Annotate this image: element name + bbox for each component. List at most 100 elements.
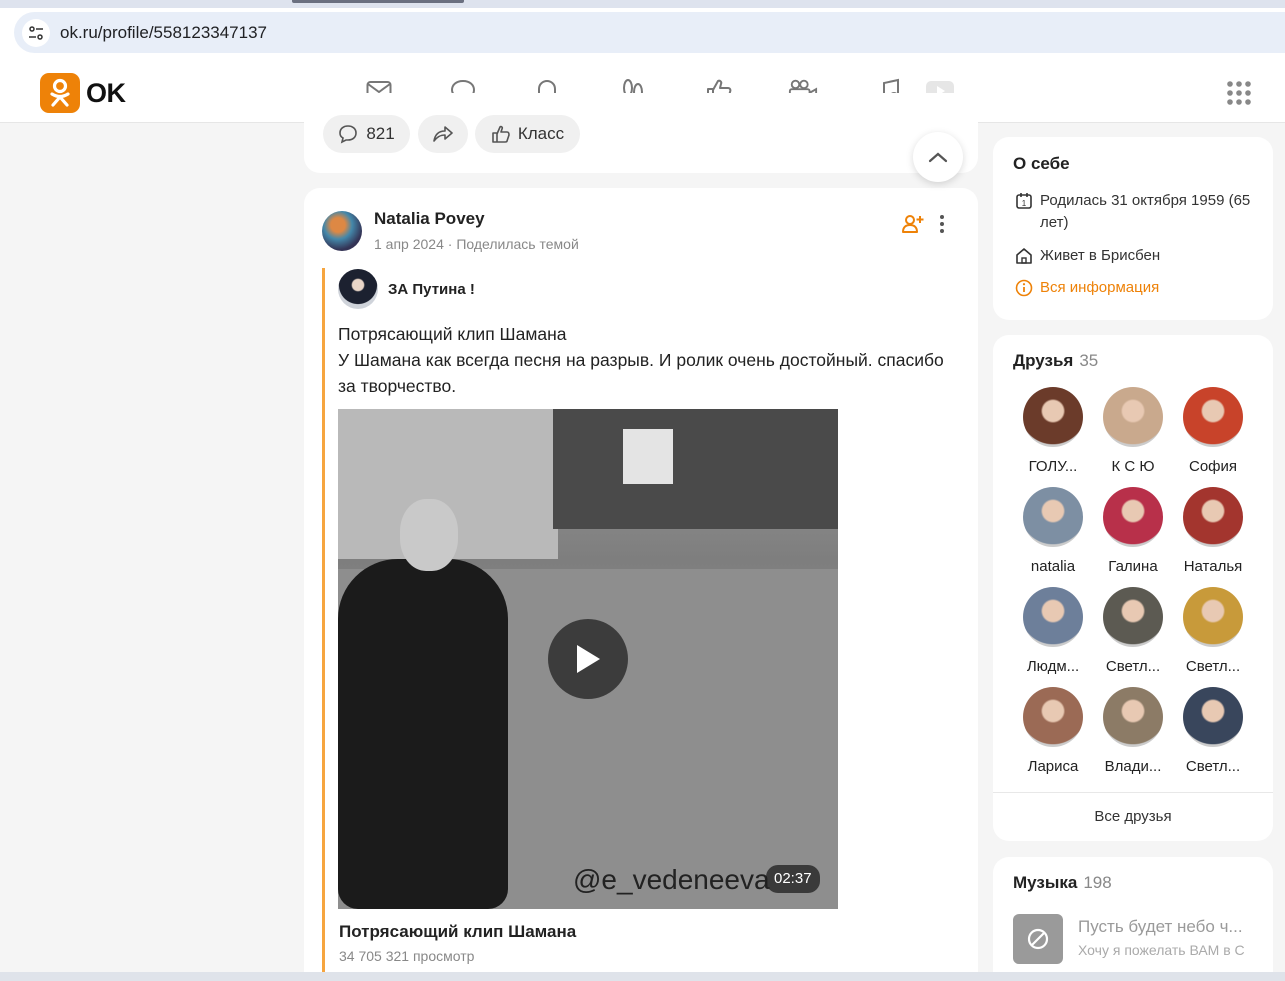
apps-grid-icon[interactable] <box>1226 80 1252 106</box>
friend-name[interactable]: София <box>1173 458 1253 475</box>
friend-item[interactable]: Светл... <box>1173 587 1253 675</box>
friend-avatar[interactable] <box>1183 587 1243 647</box>
birthday-row: 1 Родилась 31 октября 1959 (65 лет) <box>1015 190 1255 234</box>
friend-avatar[interactable] <box>1183 387 1243 447</box>
active-tab-indicator[interactable] <box>292 0 464 3</box>
friend-item[interactable]: Светл... <box>1173 687 1253 775</box>
friend-item[interactable]: Галина <box>1093 487 1173 575</box>
browser-address-bar: ok.ru/profile/558123347137 <box>0 8 1285 61</box>
comments-button[interactable]: 821 <box>323 115 410 153</box>
all-friends-link[interactable]: Все друзья <box>993 808 1273 825</box>
friend-item[interactable]: Лариса <box>1013 687 1093 775</box>
friend-avatar[interactable] <box>1103 387 1163 447</box>
ok-logo-text: OK <box>86 77 126 108</box>
friend-name[interactable]: natalia <box>1013 558 1093 575</box>
friend-name[interactable]: Лариса <box>1013 758 1093 775</box>
url-omnibox[interactable]: ok.ru/profile/558123347137 <box>14 12 1285 53</box>
more-info-link[interactable]: Вся информация <box>1040 277 1159 299</box>
friends-count: 35 <box>1079 351 1099 370</box>
friends-divider <box>993 792 1273 793</box>
play-button[interactable] <box>548 619 628 699</box>
post-date[interactable]: 1 апр 2024 <box>374 236 444 252</box>
friend-avatar[interactable] <box>1023 487 1083 547</box>
track-subtitle: Хочу я пожелать ВАМ в С <box>1078 942 1245 958</box>
author-name[interactable]: Natalia Povey <box>374 209 485 229</box>
friend-name[interactable]: Влади... <box>1093 758 1173 775</box>
friend-name[interactable]: Наталья <box>1173 558 1253 575</box>
chevron-up-icon <box>928 152 948 163</box>
url-text[interactable]: ok.ru/profile/558123347137 <box>60 23 267 43</box>
friend-avatar[interactable] <box>1103 687 1163 747</box>
like-button[interactable]: Класс <box>475 115 580 153</box>
more-options-icon[interactable] <box>934 212 950 236</box>
svg-text:1: 1 <box>1022 199 1027 208</box>
music-title[interactable]: Музыка 198 <box>1013 873 1112 893</box>
friend-item[interactable]: Наталья <box>1173 487 1253 575</box>
post-meta: 1 апр 2024 · Поделилась темой <box>374 236 579 252</box>
thumbs-up-icon <box>492 125 510 143</box>
post-text-line: Потрясающий клип Шамана <box>338 324 567 344</box>
play-icon <box>577 645 600 673</box>
friend-name[interactable]: Светл... <box>1173 658 1253 675</box>
friend-item[interactable]: natalia <box>1013 487 1093 575</box>
friend-name[interactable]: Светл... <box>1093 658 1173 675</box>
more-info-row[interactable]: Вся информация <box>1015 277 1159 299</box>
video-watermark: @e_vedeneeva <box>573 864 770 895</box>
post-action: Поделилась темой <box>456 236 579 252</box>
friend-name[interactable]: Людм... <box>1013 658 1093 675</box>
friend-avatar[interactable] <box>1023 387 1083 447</box>
video-frame-sign <box>623 429 673 484</box>
friend-item[interactable]: ГОЛУ... <box>1013 387 1093 475</box>
video-frame-figure-head <box>400 499 458 571</box>
calendar-icon: 1 <box>1016 193 1032 209</box>
friend-item[interactable]: София <box>1173 387 1253 475</box>
friend-avatar[interactable] <box>1183 687 1243 747</box>
friend-item[interactable]: К С Ю <box>1093 387 1173 475</box>
video-frame-figure <box>338 559 508 909</box>
add-friend-icon[interactable] <box>901 212 925 236</box>
friend-item[interactable]: Светл... <box>1093 587 1173 675</box>
location-text: Живет в Брисбен <box>1040 247 1161 264</box>
video-title[interactable]: Потрясающий клип Шамана <box>339 922 576 942</box>
window-bottom-strip <box>0 972 1285 981</box>
music-title-text: Музыка <box>1013 873 1078 892</box>
location-row: Живет в Брисбен <box>1015 245 1160 267</box>
friend-avatar[interactable] <box>1103 587 1163 647</box>
browser-tab-strip <box>0 0 1285 8</box>
friend-item[interactable]: Людм... <box>1013 587 1093 675</box>
friend-avatar[interactable] <box>1023 687 1083 747</box>
video-player[interactable]: @e_vedeneeva 02:37 <box>338 409 838 909</box>
ok-logo[interactable]: OK <box>40 73 126 113</box>
comments-count: 821 <box>366 124 395 143</box>
video-duration: 02:37 <box>766 865 820 893</box>
home-icon <box>1016 248 1032 264</box>
group-avatar[interactable] <box>338 269 378 309</box>
friends-title-text: Друзья <box>1013 351 1074 370</box>
share-button[interactable] <box>418 115 468 153</box>
friend-name[interactable]: К С Ю <box>1093 458 1173 475</box>
friend-name[interactable]: ГОЛУ... <box>1013 458 1093 475</box>
friend-item[interactable]: Влади... <box>1093 687 1173 775</box>
post-text: Потрясающий клип Шамана У Шамана как все… <box>338 321 958 399</box>
site-info-icon[interactable] <box>22 19 50 47</box>
author-avatar[interactable] <box>322 211 362 251</box>
video-frame-building <box>553 409 838 529</box>
birthday-text: Родилась 31 октября 1959 (65 лет) <box>1040 192 1251 231</box>
friend-avatar[interactable] <box>1103 487 1163 547</box>
comment-icon <box>339 125 358 144</box>
music-count: 198 <box>1083 873 1112 892</box>
meta-separator: · <box>447 236 453 252</box>
friend-name[interactable]: Галина <box>1093 558 1173 575</box>
group-name[interactable]: ЗА Путина ! <box>388 281 475 298</box>
friend-avatar[interactable] <box>1183 487 1243 547</box>
friends-title[interactable]: Друзья 35 <box>1013 351 1098 371</box>
friend-name[interactable]: Светл... <box>1173 758 1253 775</box>
track-title[interactable]: Пусть будет небо ч... <box>1078 917 1253 937</box>
track-thumbnail[interactable] <box>1013 914 1063 964</box>
share-icon <box>433 126 453 142</box>
about-title: О себе <box>1013 154 1070 173</box>
post-text-line: У Шамана как всегда песня на разрыв. И р… <box>338 350 944 396</box>
scroll-to-top-button[interactable] <box>913 132 963 182</box>
friend-avatar[interactable] <box>1023 587 1083 647</box>
unavailable-icon <box>1027 928 1049 950</box>
